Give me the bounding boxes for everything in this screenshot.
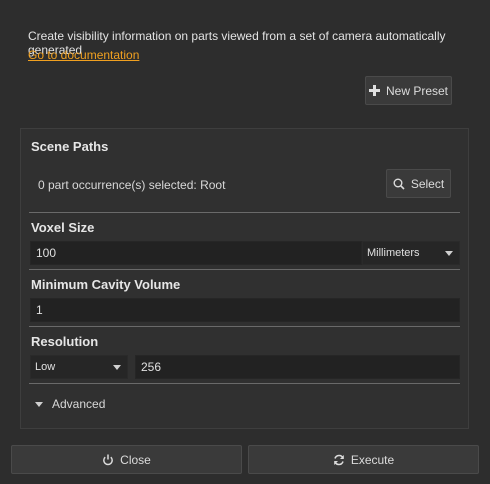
chevron-down-icon [35, 401, 43, 407]
execute-label: Execute [350, 452, 395, 467]
separator [29, 383, 460, 384]
parameters-panel: Scene Paths 0 part occurrence(s) selecte… [20, 128, 469, 429]
advanced-label: Advanced [52, 397, 106, 411]
selection-status: 0 part occurrence(s) selected: Root [38, 178, 226, 192]
search-icon [393, 178, 405, 190]
resolution-title: Resolution [31, 334, 99, 349]
close-button[interactable]: Close [11, 445, 242, 474]
voxel-size-input[interactable]: 100 [30, 241, 362, 265]
new-preset-label: New Preset [385, 83, 449, 98]
close-label: Close [120, 452, 151, 467]
separator [29, 212, 460, 213]
chevron-down-icon [113, 364, 121, 370]
separator [29, 269, 460, 270]
select-label: Select [410, 176, 445, 191]
plus-icon [368, 85, 380, 96]
resolution-preset-value: Low [35, 361, 56, 373]
voxel-size-title: Voxel Size [31, 220, 95, 235]
voxel-unit-dropdown[interactable]: Millimeters [362, 241, 460, 265]
scene-paths-title: Scene Paths [31, 139, 109, 154]
min-cavity-title: Minimum Cavity Volume [31, 277, 181, 292]
voxel-unit-value: Millimeters [367, 247, 420, 259]
resolution-preset-dropdown[interactable]: Low [30, 355, 128, 379]
min-cavity-input[interactable]: 1 [30, 298, 460, 322]
documentation-link[interactable]: Go to documentation [28, 48, 139, 62]
resolution-input[interactable]: 256 [135, 355, 460, 379]
separator [29, 326, 460, 327]
power-icon [103, 454, 114, 465]
execute-button[interactable]: Execute [248, 445, 479, 474]
advanced-toggle[interactable]: Advanced [35, 397, 105, 411]
refresh-icon [334, 454, 344, 465]
select-button[interactable]: Select [386, 169, 451, 198]
chevron-down-icon [445, 250, 453, 256]
new-preset-button[interactable]: New Preset [365, 76, 452, 105]
